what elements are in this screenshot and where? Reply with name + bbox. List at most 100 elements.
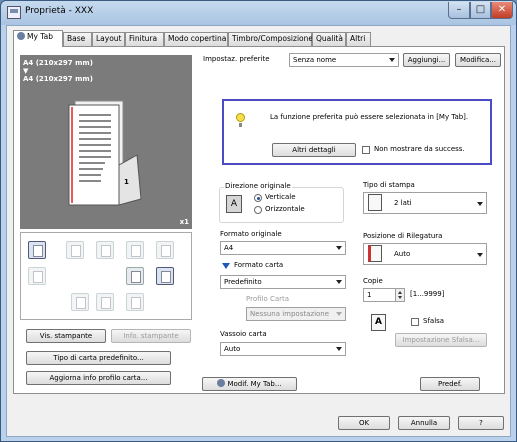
copies-label: Copie — [363, 277, 383, 285]
paper-profile-label: Profilo Carta — [246, 295, 290, 303]
binding-position-value: Auto — [394, 250, 411, 258]
account-icon — [96, 293, 114, 311]
paper-profile-select[interactable]: Nessuna impostazione — [246, 307, 346, 321]
sfalsa-label: Sfalsa — [423, 317, 445, 325]
original-size-value: A4 — [224, 244, 234, 252]
chevron-down-icon — [336, 280, 342, 284]
aggiorna-info-profilo-button[interactable]: Aggiorna info profilo carta... — [26, 371, 171, 385]
copies-spinner[interactable] — [395, 288, 405, 302]
copies-icon — [96, 241, 114, 259]
paper-size-value: Predefinito — [224, 278, 262, 286]
tab-altri[interactable]: Altri — [346, 32, 371, 46]
offset-stack-icon: A — [371, 314, 386, 331]
favorites-value: Senza nome — [293, 56, 337, 64]
duplex-icon — [368, 194, 382, 211]
printer-send-icon — [28, 241, 46, 259]
tab-qualita[interactable]: Qualità — [312, 32, 346, 46]
tab-base[interactable]: Base — [63, 32, 92, 46]
aggiungi-button[interactable]: Aggiungi... — [403, 53, 450, 67]
original-size-label: Formato originale — [220, 230, 282, 238]
predef-button[interactable]: Predef. — [420, 377, 480, 391]
printer-app-icon — [7, 6, 21, 19]
horizontal-label: Orizzontale — [265, 205, 305, 213]
print-type-select[interactable]: 2 lati — [363, 192, 487, 214]
properties-window: Proprietà - XXX – □ ✕ My Tab Base Layout… — [0, 0, 517, 442]
chevron-down-icon — [389, 58, 395, 62]
vis-stampante-button[interactable]: Vis. stampante — [26, 329, 106, 343]
favorites-info-message: La funzione preferita può essere selezio… — [270, 113, 469, 121]
preview-paper-size: A4 (210x297 mm) — [23, 75, 93, 83]
original-size-select[interactable]: A4 — [220, 241, 346, 255]
my-tab-pane: A4 (210x297 mm) ▼ A4 (210x297 mm) 1 x1 V… — [13, 46, 505, 394]
collate-icon — [126, 241, 144, 259]
dialog-client: My Tab Base Layout Finitura Modo coperti… — [6, 25, 511, 437]
settings-icon — [126, 293, 144, 311]
orientation-label: Direzione originale — [224, 182, 292, 190]
paper-size-arrow-icon — [222, 263, 230, 269]
modifica-button[interactable]: Modifica... — [455, 53, 501, 67]
tab-modo-copertina[interactable]: Modo copertina — [164, 32, 228, 46]
copies-range: [1...9999] — [410, 290, 445, 298]
sfalsa-checkbox[interactable] — [411, 318, 419, 326]
impostazione-sfalsa-button[interactable]: Impostazione Sfalsa... — [395, 333, 487, 347]
tab-finitura[interactable]: Finitura — [125, 32, 164, 46]
print-type-label: Tipo di stampa — [363, 181, 415, 189]
tray-icon — [156, 267, 174, 285]
preview-page-number: 1 — [124, 178, 129, 186]
lightbulb-icon — [236, 113, 245, 127]
tipo-carta-predefinito-button[interactable]: Tipo di carta predefinito... — [26, 351, 171, 365]
binding-left-icon — [368, 245, 382, 262]
paper-tray-label: Vassoio carta — [220, 330, 267, 338]
paper-tray-value: Auto — [224, 345, 241, 353]
favorites-select[interactable]: Senza nome — [289, 53, 399, 67]
chevron-down-icon — [336, 312, 342, 316]
orientation-portrait-icon: A — [226, 195, 242, 213]
vertical-radio[interactable] — [254, 194, 262, 202]
vertical-label: Verticale — [265, 193, 296, 201]
tab-my-tab[interactable]: My Tab — [13, 30, 63, 47]
hide-info-checkbox[interactable] — [362, 146, 370, 154]
pages-icon — [28, 267, 46, 285]
finishing-icons-panel — [20, 232, 192, 320]
favorites-info-box: La funzione preferita può essere selezio… — [222, 99, 492, 165]
favorites-label: Impostaz. preferite — [203, 55, 270, 63]
paper-size-select[interactable]: Predefinito — [220, 275, 346, 289]
binding-position-label: Posizione di Rilegatura — [363, 232, 443, 240]
help-button[interactable]: ? — [458, 416, 504, 430]
booklet-icon — [156, 241, 174, 259]
duplex-page-icon — [68, 100, 142, 206]
chevron-down-icon — [336, 246, 342, 250]
binding-position-select[interactable]: Auto — [363, 243, 487, 265]
user-icon — [217, 379, 226, 387]
close-button[interactable]: ✕ — [491, 2, 513, 19]
info-stampante-button[interactable]: Info. stampante — [111, 329, 191, 343]
preview-copies: x1 — [179, 218, 189, 226]
modif-my-tab-button[interactable]: Modif. My Tab... — [202, 377, 297, 391]
chevron-down-icon — [477, 253, 483, 257]
altri-dettagli-button[interactable]: Altri dettagli — [272, 143, 356, 157]
chevron-down-icon — [336, 347, 342, 351]
preview-original-size: A4 (210x297 mm) — [23, 59, 93, 67]
tab-timbro-composizione[interactable]: Timbro/Composizione — [228, 32, 313, 46]
hide-info-label: Non mostrare da success. — [374, 145, 465, 153]
user-icon — [17, 32, 25, 40]
paper-tray-select[interactable]: Auto — [220, 342, 346, 356]
window-title: Proprietà - XXX — [25, 6, 94, 16]
annulla-button[interactable]: Annulla — [398, 416, 450, 430]
paper-size-label: Formato carta — [234, 261, 284, 269]
preview-size-arrow: ▼ — [23, 67, 29, 75]
chevron-down-icon — [477, 202, 483, 206]
minimize-button[interactable]: – — [448, 2, 470, 19]
ok-button[interactable]: OK — [338, 416, 390, 430]
maximize-button[interactable]: □ — [470, 2, 491, 19]
copies-value: 1 — [367, 291, 372, 299]
copies-input[interactable]: 1 — [363, 288, 396, 302]
title-bar[interactable]: Proprietà - XXX – □ ✕ — [1, 1, 516, 25]
staple-icon — [66, 241, 84, 259]
print-type-value: 2 lati — [394, 199, 412, 207]
form-icon — [126, 267, 144, 285]
print-preview: A4 (210x297 mm) ▼ A4 (210x297 mm) 1 x1 — [20, 55, 192, 229]
tab-layout[interactable]: Layout — [92, 32, 125, 46]
user-auth-icon — [71, 293, 89, 311]
horizontal-radio[interactable] — [254, 206, 262, 214]
